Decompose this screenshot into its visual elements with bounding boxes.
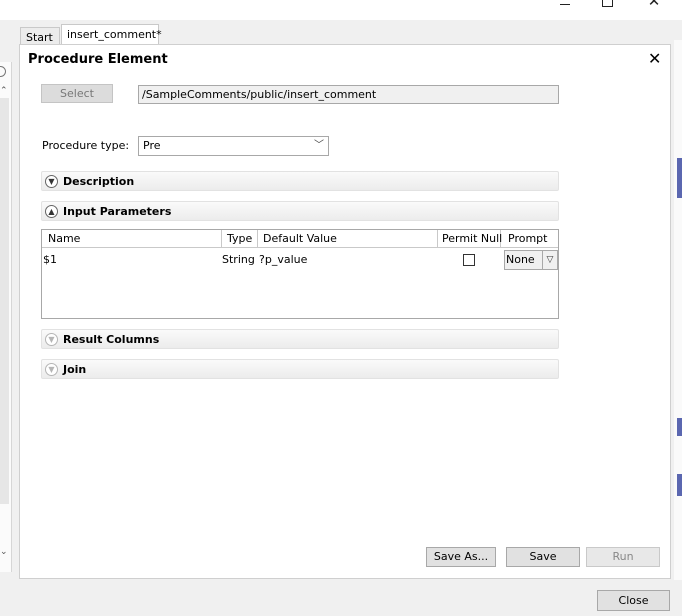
section-join[interactable]: ▼ Join <box>41 359 559 379</box>
background-window-mark <box>677 158 682 198</box>
background-window-mark <box>677 418 682 436</box>
select-button[interactable]: Select <box>41 84 113 103</box>
page-title: Procedure Element <box>28 52 168 67</box>
expand-chevron-icon: ▼ <box>45 175 58 188</box>
procedure-element-editor: Procedure Element ✕ Select /SampleCommen… <box>19 44 671 579</box>
maximize-icon[interactable] <box>600 0 614 8</box>
background-window-edge <box>674 40 682 580</box>
table-row[interactable]: $1 String ?p_value None ▽ <box>42 250 558 270</box>
section-result-columns-label: Result Columns <box>63 333 160 346</box>
tab-start[interactable]: Start <box>20 27 60 44</box>
background-window-mark <box>677 474 682 496</box>
column-header-prompt[interactable]: Prompt <box>501 230 558 248</box>
scroll-down-icon[interactable]: ⌄ <box>0 547 9 557</box>
input-parameters-table: Name Type Default Value Permit Null Prom… <box>41 229 559 319</box>
param-default-cell[interactable]: ?p_value <box>259 250 307 270</box>
prompt-select-value: None <box>506 253 535 266</box>
window-close-icon[interactable]: ✕ <box>647 0 661 10</box>
prompt-select[interactable]: None ▽ <box>504 250 558 270</box>
section-input-parameters-label: Input Parameters <box>63 205 172 218</box>
expand-chevron-icon: ▼ <box>45 333 58 346</box>
expand-chevron-icon: ▼ <box>45 363 58 376</box>
save-button[interactable]: Save <box>506 547 580 567</box>
section-input-parameters[interactable]: ▲ Input Parameters <box>41 201 559 221</box>
chevron-down-icon[interactable]: ▽ <box>542 251 557 269</box>
scroll-up-icon[interactable]: ⌃ <box>0 86 9 96</box>
chevron-down-icon: ﹀ <box>314 140 324 151</box>
column-header-type[interactable]: Type <box>222 230 258 248</box>
section-join-label: Join <box>63 363 87 376</box>
procedure-type-label: Procedure type: <box>42 139 130 152</box>
collapse-chevron-icon: ▲ <box>45 205 58 218</box>
run-button[interactable]: Run <box>586 547 660 567</box>
column-header-default-value[interactable]: Default Value <box>258 230 438 248</box>
procedure-path-field[interactable]: /SampleComments/public/insert_comment <box>138 85 559 104</box>
close-button[interactable]: Close <box>597 590 670 611</box>
table-header: Name Type Default Value Permit Null Prom… <box>42 230 558 248</box>
close-icon[interactable]: ✕ <box>648 51 661 67</box>
column-header-permit-null[interactable]: Permit Null <box>438 230 502 248</box>
section-description-label: Description <box>63 175 135 188</box>
param-name-cell: $1 <box>43 253 57 266</box>
left-scrollbar[interactable] <box>0 98 9 504</box>
column-header-name[interactable]: Name <box>42 230 222 248</box>
section-description[interactable]: ▼ Description <box>41 171 559 191</box>
tab-insert-comment[interactable]: insert_comment* <box>61 24 162 44</box>
minimize-icon[interactable] <box>558 0 572 8</box>
permit-null-checkbox[interactable] <box>463 254 475 266</box>
window-titlebar: ✕ <box>0 0 682 20</box>
section-result-columns[interactable]: ▼ Result Columns <box>41 329 559 349</box>
param-type-cell: String <box>222 253 255 266</box>
save-as-button[interactable]: Save As... <box>426 547 496 567</box>
procedure-type-value: Pre <box>143 139 161 152</box>
procedure-type-select[interactable]: Pre ﹀ <box>138 136 329 156</box>
